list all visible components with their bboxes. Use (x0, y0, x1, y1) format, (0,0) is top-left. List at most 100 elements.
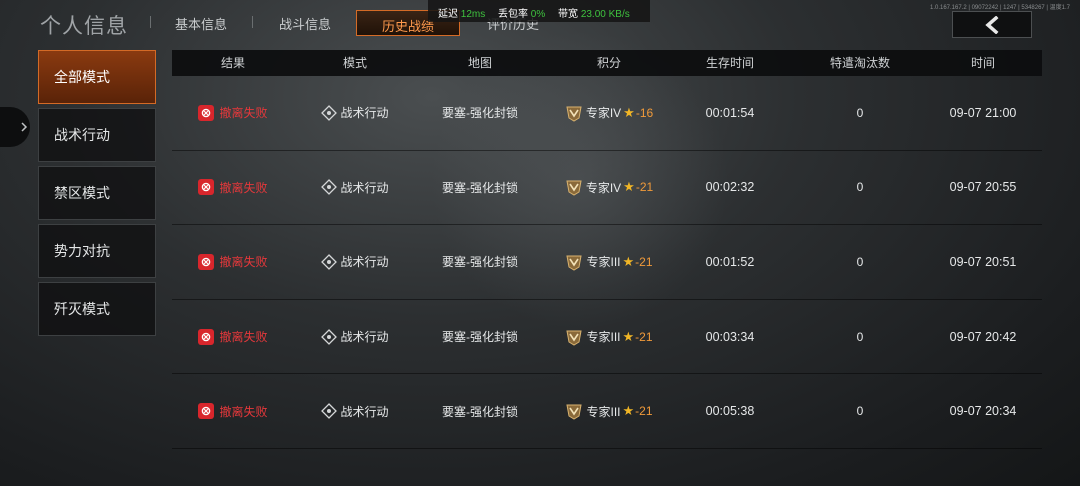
loss-label: 丢包率 (498, 9, 529, 20)
survival-cell: 00:02:32 (674, 180, 786, 194)
match-time: 09-07 20:42 (949, 329, 1017, 344)
map-text: 要塞-强化封锁 (442, 404, 518, 419)
rank-badge-icon (566, 330, 583, 346)
menu-item-annihilation[interactable]: 歼灭模式 (38, 282, 156, 336)
result-text: 撤离失败 (219, 255, 268, 270)
result-cell: 撤离失败 (172, 403, 294, 420)
table-row[interactable]: 撤离失败 战术行动 要塞-强化封锁 专家III ★ -21 00:03:34 0 09-07 2… (172, 300, 1042, 375)
score-cell: 专家III ★ -21 (544, 328, 674, 346)
kills-cell: 0 (786, 404, 934, 418)
fail-icon (198, 104, 215, 121)
diamond-target-icon (321, 104, 338, 121)
page-title: 个人信息 (40, 15, 128, 38)
menu-item-tactical-operation[interactable]: 战术行动 (38, 108, 156, 162)
mode-cell: 战术行动 (294, 253, 416, 270)
result-cell: 撤离失败 (172, 328, 294, 345)
survival-cell: 00:03:34 (674, 330, 786, 344)
mode-menu: 全部模式 战术行动 禁区模式 势力对抗 歼灭模式 (38, 50, 156, 340)
mode-text: 战术行动 (340, 404, 389, 419)
kills-cell: 0 (786, 255, 934, 269)
rank-badge-icon (566, 255, 583, 271)
score-cell: 专家III ★ -21 (544, 402, 674, 420)
map-text: 要塞-强化封锁 (442, 180, 518, 195)
score-change: -21 (635, 254, 653, 269)
rank-text: 专家III (586, 404, 621, 419)
rank-text: 专家IV (585, 106, 622, 121)
score-change: -21 (635, 329, 653, 344)
score-cell: 专家IV ★ -21 (544, 178, 674, 196)
table-row[interactable]: 撤离失败 战术行动 要塞-强化封锁 专家IV ★ -21 00:02:32 0 09-07 20… (172, 151, 1042, 226)
match-time: 09-07 20:34 (949, 404, 1017, 419)
chevron-right-icon (21, 122, 28, 132)
table-row[interactable]: 撤离失败 战术行动 要塞-强化封锁 专家III ★ -21 00:01:52 0 09-07 2… (172, 225, 1042, 300)
bandwidth-label: 带宽 (558, 9, 579, 20)
result-cell: 撤离失败 (172, 253, 294, 270)
table-row[interactable]: 撤离失败 战术行动 要塞-强化封锁 专家III ★ -21 00:05:38 0 09-07 2… (172, 374, 1042, 449)
time-cell: 09-07 20:42 (934, 330, 1032, 344)
col-time: 时间 (970, 56, 995, 70)
table-header: 结果 模式 地图 积分 生存时间 特遣淘汰数 时间 (172, 50, 1042, 76)
mode-text: 战术行动 (340, 330, 389, 345)
col-map: 地图 (467, 56, 492, 70)
tab-separator (150, 16, 151, 28)
mode-cell: 战术行动 (294, 328, 416, 345)
time-cell: 09-07 20:55 (934, 180, 1032, 194)
match-time: 09-07 21:00 (949, 105, 1017, 120)
network-stats: 延迟 12ms 丢包率 0% 带宽 23.00 KB/s (428, 0, 650, 22)
mode-cell: 战术行动 (294, 179, 416, 196)
kills-cell: 0 (786, 180, 934, 194)
tab-basic-info[interactable]: 基本信息 (175, 14, 227, 33)
time-cell: 09-07 20:51 (934, 255, 1032, 269)
rank-badge-icon (566, 180, 582, 196)
kills-count: 0 (856, 404, 864, 419)
history-table: 结果 模式 地图 积分 生存时间 特遣淘汰数 时间 撤离失败 战术行动 要塞-强化封… (172, 50, 1042, 449)
time-cell: 09-07 21:00 (934, 106, 1032, 120)
map-text: 要塞-强化封锁 (442, 330, 518, 345)
match-time: 09-07 20:51 (949, 254, 1017, 269)
kills-cell: 0 (786, 106, 934, 120)
tab-separator (252, 16, 253, 28)
survival-time: 00:03:34 (705, 329, 755, 344)
loss-value: 0% (530, 9, 546, 20)
result-text: 撤离失败 (219, 330, 268, 345)
rank-badge-icon (566, 106, 582, 122)
side-drawer-handle[interactable] (0, 107, 30, 147)
map-cell: 要塞-强化封锁 (416, 179, 544, 196)
col-score: 积分 (596, 56, 621, 70)
star-icon: ★ (622, 403, 635, 419)
star-icon: ★ (623, 179, 635, 195)
mode-text: 战术行动 (340, 180, 389, 195)
survival-time: 00:01:52 (705, 254, 755, 269)
fail-icon (198, 253, 215, 270)
menu-item-all-modes[interactable]: 全部模式 (38, 50, 156, 104)
time-cell: 09-07 20:34 (934, 404, 1032, 418)
menu-item-restricted-zone[interactable]: 禁区模式 (38, 166, 156, 220)
result-cell: 撤离失败 (172, 104, 294, 121)
star-icon: ★ (622, 253, 635, 269)
match-time: 09-07 20:55 (949, 180, 1017, 195)
latency-label: 延迟 (438, 9, 458, 20)
diamond-target-icon (321, 328, 338, 345)
back-button[interactable] (952, 11, 1032, 38)
chevron-left-icon (985, 15, 999, 34)
survival-cell: 00:01:54 (674, 106, 786, 120)
col-result: 结果 (220, 56, 245, 70)
table-row[interactable]: 撤离失败 战术行动 要塞-强化封锁 专家IV ★ -16 00:01:54 0 09-07 21… (172, 76, 1042, 151)
tab-battle-info[interactable]: 战斗信息 (279, 14, 331, 33)
mode-text: 战术行动 (340, 255, 389, 270)
map-cell: 要塞-强化封锁 (416, 328, 544, 345)
top-bar: 个人信息 基本信息 战斗信息 历史战绩 评价历史 延迟 12ms 丢包率 0% … (0, 0, 1080, 46)
survival-cell: 00:01:52 (674, 255, 786, 269)
score-cell: 专家III ★ -21 (544, 253, 674, 271)
mode-cell: 战术行动 (294, 104, 416, 121)
kills-cell: 0 (786, 330, 934, 344)
kills-count: 0 (856, 254, 864, 269)
col-kills: 特遣淘汰数 (829, 56, 890, 70)
menu-item-faction-battle[interactable]: 势力对抗 (38, 224, 156, 278)
map-text: 要塞-强化封锁 (442, 106, 518, 121)
diamond-target-icon (321, 254, 338, 270)
map-cell: 要塞-强化封锁 (416, 403, 544, 420)
survival-time: 00:02:32 (705, 180, 755, 195)
latency-value: 12ms (460, 9, 486, 20)
star-icon: ★ (622, 328, 635, 344)
